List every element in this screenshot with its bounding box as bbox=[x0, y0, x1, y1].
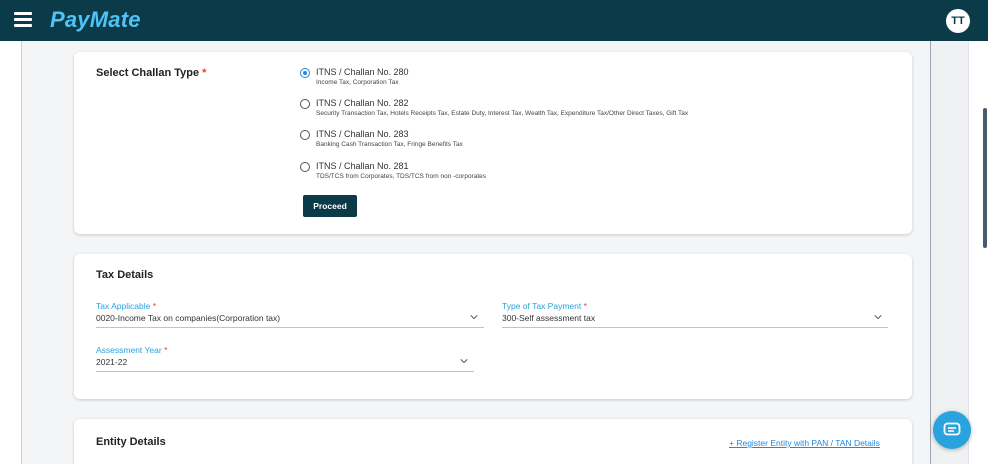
chat-icon bbox=[943, 422, 961, 436]
challan-type-label: Select Challan Type * bbox=[96, 67, 207, 79]
assessment-year-value: 2021-22 bbox=[96, 357, 128, 367]
challan-option-subtitle: Income Tax, Corporation Tax bbox=[316, 79, 399, 86]
challan-option-280[interactable]: ITNS / Challan No. 280 Income Tax, Corpo… bbox=[300, 67, 409, 87]
chevron-down-icon bbox=[460, 359, 468, 364]
challan-option-283[interactable]: ITNS / Challan No. 283 Banking Cash Tran… bbox=[300, 129, 463, 149]
challan-option-subtitle: Banking Cash Transaction Tax, Fringe Ben… bbox=[316, 141, 463, 148]
app-logo[interactable]: PayMate bbox=[50, 7, 141, 33]
entity-details-card: Entity Details + Register Entity with PA… bbox=[74, 419, 912, 464]
tax-applicable-select[interactable]: 0020-Income Tax on companies(Corporation… bbox=[96, 312, 484, 328]
tax-details-heading: Tax Details bbox=[96, 269, 154, 281]
radio-unselected[interactable] bbox=[300, 162, 310, 172]
challan-option-title: ITNS / Challan No. 282 bbox=[316, 98, 409, 108]
right-gutter bbox=[931, 41, 968, 464]
main-content: Select Challan Type * ITNS / Challan No.… bbox=[21, 41, 931, 464]
tax-applicable-field: Tax Applicable * 0020-Income Tax on comp… bbox=[96, 301, 484, 328]
tax-payment-type-field: Type of Tax Payment * 300-Self assessmen… bbox=[502, 301, 888, 328]
challan-option-title: ITNS / Challan No. 280 bbox=[316, 67, 409, 77]
chevron-down-icon bbox=[470, 315, 478, 320]
scrollbar-thumb[interactable] bbox=[983, 108, 987, 248]
avatar[interactable]: TT bbox=[946, 9, 970, 33]
top-bar: PayMate TT bbox=[0, 0, 988, 41]
register-entity-link[interactable]: + Register Entity with PAN / TAN Details bbox=[729, 438, 880, 448]
challan-option-subtitle: TDS/TCS from Corporates, TDS/TCS from no… bbox=[316, 173, 487, 180]
menu-icon[interactable] bbox=[14, 12, 32, 27]
radio-unselected[interactable] bbox=[300, 99, 310, 109]
tax-payment-type-label: Type of Tax Payment * bbox=[502, 301, 587, 311]
challan-option-title: ITNS / Challan No. 281 bbox=[316, 161, 409, 171]
tax-payment-type-select[interactable]: 300-Self assessment tax bbox=[502, 312, 888, 328]
tax-applicable-value: 0020-Income Tax on companies(Corporation… bbox=[96, 313, 281, 323]
chevron-down-icon bbox=[874, 315, 882, 320]
challan-option-subtitle: Security Transaction Tax, Hotels Receipt… bbox=[316, 110, 689, 117]
radio-unselected[interactable] bbox=[300, 130, 310, 140]
challan-type-card: Select Challan Type * ITNS / Challan No.… bbox=[74, 52, 912, 234]
assessment-year-label: Assessment Year * bbox=[96, 345, 168, 355]
tax-applicable-label: Tax Applicable * bbox=[96, 301, 157, 311]
radio-selected[interactable] bbox=[300, 68, 310, 78]
right-strip bbox=[968, 41, 988, 464]
challan-option-281[interactable]: ITNS / Challan No. 281 TDS/TCS from Corp… bbox=[300, 161, 486, 181]
tax-details-card: Tax Details Tax Applicable * 0020-Income… bbox=[74, 254, 912, 399]
chat-button[interactable] bbox=[933, 411, 971, 449]
challan-option-title: ITNS / Challan No. 283 bbox=[316, 129, 409, 139]
left-margin bbox=[0, 41, 21, 464]
assessment-year-field: Assessment Year * 2021-22 bbox=[96, 345, 474, 372]
proceed-button[interactable]: Proceed bbox=[303, 195, 357, 217]
assessment-year-select[interactable]: 2021-22 bbox=[96, 356, 474, 372]
challan-option-282[interactable]: ITNS / Challan No. 282 Security Transact… bbox=[300, 98, 688, 118]
entity-details-heading: Entity Details bbox=[96, 436, 166, 448]
tax-payment-type-value: 300-Self assessment tax bbox=[502, 313, 596, 323]
